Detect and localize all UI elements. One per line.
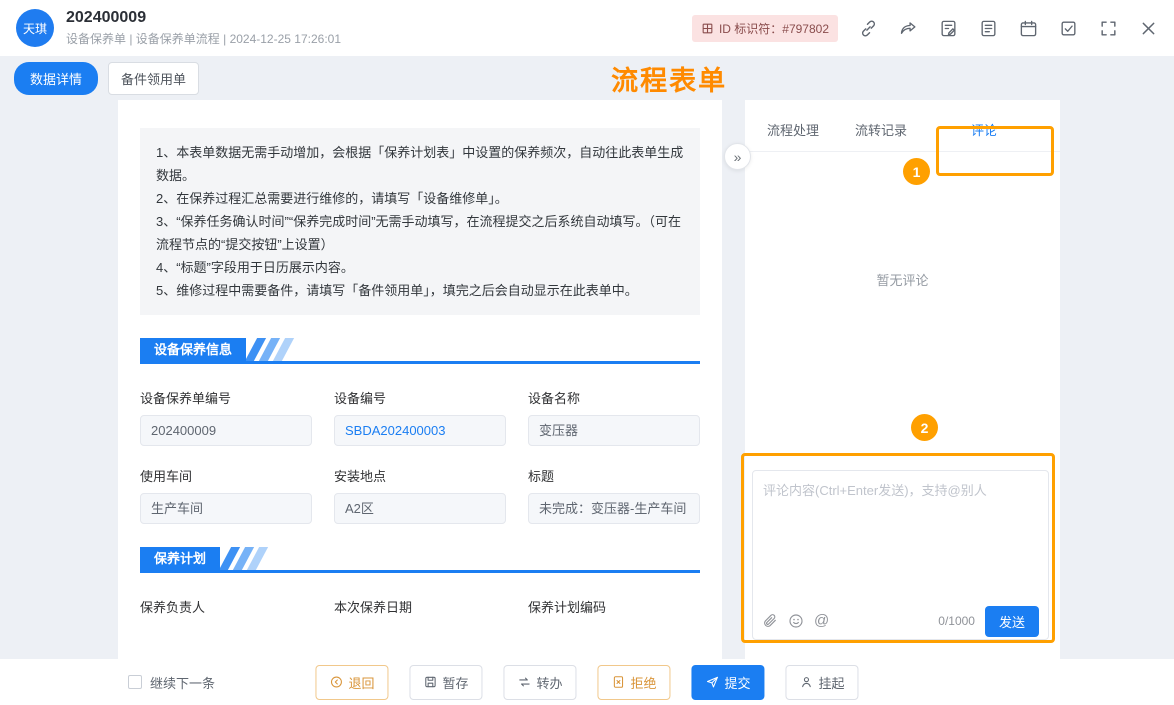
workshop-input[interactable]: 生产车间: [140, 493, 312, 524]
section-header-maintenance-plan: 保养计划: [140, 547, 700, 573]
annotation-step-2: 2: [911, 414, 938, 441]
return-button[interactable]: 退回: [315, 665, 388, 700]
field-device-no: 设备编号 SBDA202400003: [334, 388, 506, 446]
id-badge: ID 标识符：#797802: [692, 15, 838, 42]
field-device-name: 设备名称 变压器: [528, 388, 700, 446]
field-maintenance-owner: 保养负责人: [140, 597, 312, 624]
annotation-step-1: 1: [903, 158, 930, 185]
device-info-grid: 设备保养单编号 202400009 设备编号 SBDA202400003 设备名…: [140, 388, 700, 524]
save-draft-icon: [423, 675, 437, 689]
suspend-icon: [800, 675, 814, 689]
grid-icon: [701, 22, 714, 35]
notice-line: 1、本表单数据无需手动增加，会根据「保养计划表」中设置的保养频次，自动往此表单生…: [156, 141, 684, 187]
field-title: 标题 未完成：变压器-生产车间: [528, 466, 700, 524]
install-location-input[interactable]: A2区: [334, 493, 506, 524]
maintenance-order-no-input[interactable]: 202400009: [140, 415, 312, 446]
transfer-icon: [517, 675, 531, 689]
form-notice: 1、本表单数据无需手动增加，会根据「保养计划表」中设置的保养频次，自动往此表单生…: [140, 128, 700, 315]
reject-button[interactable]: 拒绝: [598, 665, 671, 700]
field-label: 安装地点: [334, 466, 506, 485]
reject-icon: [612, 675, 626, 689]
transfer-button[interactable]: 转办: [503, 665, 576, 700]
close-icon[interactable]: [1139, 19, 1158, 38]
field-label: 标题: [528, 466, 700, 485]
window-header: 天琪 202400009 设备保养单 | 设备保养单流程 | 2024-12-2…: [0, 0, 1174, 56]
share-icon[interactable]: [899, 19, 918, 38]
title-input[interactable]: 未完成：变压器-生产车间: [528, 493, 700, 524]
main-area: 1、本表单数据无需手动增加，会根据「保养计划表」中设置的保养频次，自动往此表单生…: [0, 100, 1174, 659]
field-maintenance-date: 本次保养日期: [334, 597, 506, 624]
device-no-input[interactable]: SBDA202400003: [334, 415, 506, 446]
notice-line: 3、“保养任务确认时间”“保养完成时间”无需手动填写，在流程提交之后系统自动填写…: [156, 210, 684, 256]
action-footer: 继续下一条 退回 暂存 转办 拒绝 提交: [0, 659, 1174, 705]
field-label: 保养负责人: [140, 597, 312, 616]
link-icon[interactable]: [859, 19, 878, 38]
field-label: 使用车间: [140, 466, 312, 485]
field-label: 设备名称: [528, 388, 700, 407]
app-window: 天琪 202400009 设备保养单 | 设备保养单流程 | 2024-12-2…: [0, 0, 1174, 705]
return-icon: [329, 675, 343, 689]
send-comment-button[interactable]: 发送: [985, 606, 1039, 637]
record-subtitle: 设备保养单 | 设备保养单流程 | 2024-12-25 17:26:01: [66, 30, 341, 47]
avatar: 天琪: [16, 9, 54, 47]
section-header-device-info: 设备保养信息: [140, 338, 700, 364]
empty-comment-text: 暂无评论: [745, 270, 1060, 289]
field-label: 设备保养单编号: [140, 388, 312, 407]
emoji-icon[interactable]: [788, 613, 804, 629]
field-label: 设备编号: [334, 388, 506, 407]
continue-next-option: 继续下一条: [128, 673, 215, 692]
field-plan-code: 保养计划编码: [528, 597, 700, 624]
tab-comments[interactable]: 评论: [971, 120, 997, 139]
comment-input[interactable]: [753, 471, 1048, 603]
spare-order-tab-button[interactable]: 备件领用单: [108, 62, 199, 95]
comment-toolbar: @ 0/1000 发送: [753, 603, 1048, 639]
record-title: 202400009: [66, 9, 341, 27]
fullscreen-icon[interactable]: [1099, 19, 1118, 38]
form-edit-icon[interactable]: [939, 19, 958, 38]
notice-line: 2、在保养过程汇总需要进行维修的，请填写「设备维修单」。: [156, 187, 684, 210]
approval-check-icon[interactable]: [1059, 19, 1078, 38]
notice-line: 5、维修过程中需要备件，请填写「备件领用单」，填完之后会自动显示在此表单中。: [156, 279, 684, 302]
view-toolbar: 数据详情 备件领用单 流程表单: [0, 56, 1174, 100]
tab-flow-record[interactable]: 流转记录: [855, 120, 907, 139]
continue-next-label: 继续下一条: [150, 673, 215, 692]
device-name-input[interactable]: 变压器: [528, 415, 700, 446]
char-counter: 0/1000: [938, 614, 975, 628]
form-record-icon[interactable]: [979, 19, 998, 38]
field-label: 本次保养日期: [334, 597, 506, 616]
submit-button[interactable]: 提交: [692, 665, 765, 700]
suspend-button[interactable]: 挂起: [786, 665, 859, 700]
id-badge-text: ID 标识符：#797802: [719, 20, 829, 37]
field-workshop: 使用车间 生产车间: [140, 466, 312, 524]
field-maintenance-order-no: 设备保养单编号 202400009: [140, 388, 312, 446]
footer-buttons: 退回 暂存 转办 拒绝 提交 挂起: [315, 665, 858, 700]
save-draft-button[interactable]: 暂存: [409, 665, 482, 700]
attachment-icon[interactable]: [762, 613, 778, 629]
calendar-icon[interactable]: [1019, 19, 1038, 38]
form-panel: 1、本表单数据无需手动增加，会根据「保养计划表」中设置的保养频次，自动往此表单生…: [118, 100, 722, 659]
mention-icon[interactable]: @: [814, 613, 829, 629]
submit-icon: [706, 675, 720, 689]
field-install-location: 安装地点 A2区: [334, 466, 506, 524]
panel-tabs: 流程处理 流转记录 评论: [745, 100, 1060, 152]
tab-process-handle[interactable]: 流程处理: [767, 120, 819, 139]
header-actions: ID 标识符：#797802: [692, 15, 1158, 42]
data-detail-button[interactable]: 数据详情: [14, 62, 98, 95]
page-title: 流程表单: [611, 59, 727, 98]
field-label: 保养计划编码: [528, 597, 700, 616]
comment-compose-box: @ 0/1000 发送: [752, 470, 1049, 640]
continue-next-checkbox[interactable]: [128, 675, 142, 689]
panel-collapse-button[interactable]: »: [724, 143, 751, 170]
section-title: 设备保养信息: [140, 338, 246, 361]
process-side-panel: 流程处理 流转记录 评论 暂无评论 @ 0/1000 发送: [745, 100, 1060, 659]
notice-line: 4、“标题”字段用于日历展示内容。: [156, 256, 684, 279]
title-block: 202400009 设备保养单 | 设备保养单流程 | 2024-12-25 1…: [66, 9, 341, 47]
maintenance-plan-grid: 保养负责人 本次保养日期 保养计划编码: [140, 597, 700, 624]
section-title: 保养计划: [140, 547, 220, 570]
